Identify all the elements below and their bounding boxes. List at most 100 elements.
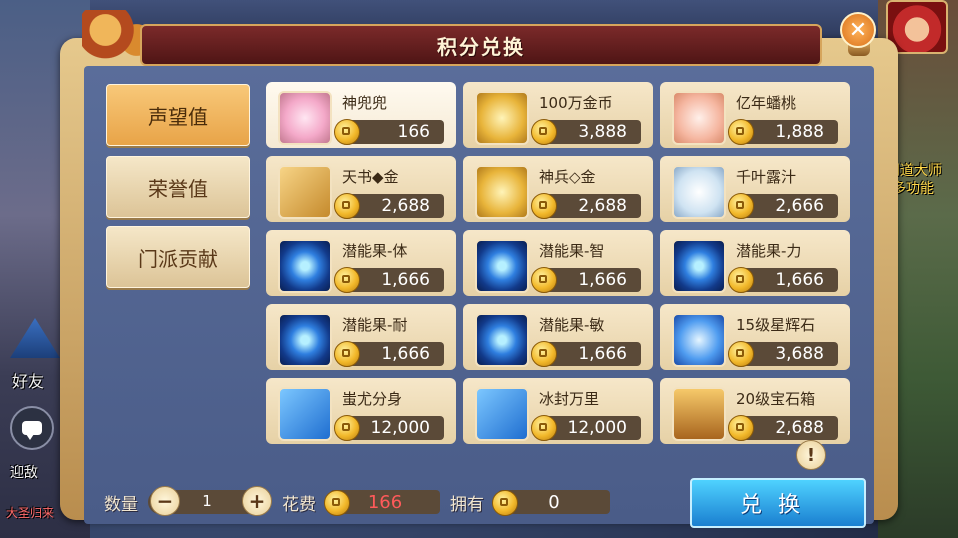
pig-charm-icon [278, 91, 332, 145]
item-price: 12,000 [531, 415, 641, 441]
item-card[interactable]: 天书◆金 2,688 [266, 156, 456, 222]
plus-button[interactable]: + [242, 486, 272, 516]
book-icon [278, 387, 332, 441]
item-name: 潜能果-力 [736, 242, 802, 260]
gold-coin-icon [475, 91, 529, 145]
coin-icon [531, 119, 557, 145]
plus-icon: + [248, 489, 266, 513]
exchange-label: 兑换 [739, 493, 816, 518]
item-name: 潜能果-智 [539, 242, 605, 260]
title-bar: 积分兑换 [140, 24, 822, 66]
gold-coin-icon [475, 165, 529, 219]
item-price: 12,000 [334, 415, 444, 441]
quantity-value: 1 [202, 492, 212, 510]
item-card[interactable]: 神兜兜 166 [266, 82, 456, 148]
cost-box: 166 [324, 490, 440, 516]
exchange-dialog: 积分兑换 ✕ 声望值 荣誉值 门派贡献 神兜兜 166 100万金币 3,888… [60, 10, 898, 528]
item-card[interactable]: 潜能果-敏 1,666 [463, 304, 653, 370]
coin-icon [334, 415, 360, 441]
vase-icon [672, 165, 726, 219]
item-card[interactable]: 亿年蟠桃 1,888 [660, 82, 850, 148]
item-name: 潜能果-耐 [342, 316, 408, 334]
item-price: 2,688 [334, 193, 444, 219]
coin-icon [531, 193, 557, 219]
blue-orb-icon [672, 239, 726, 293]
dialog-content: 声望值 荣誉值 门派贡献 神兜兜 166 100万金币 3,888 亿年蟠桃 1… [84, 66, 874, 528]
bottom-bar: 数量 − 1 + 花费 166 拥有 0 兑换 [84, 460, 874, 528]
item-card[interactable]: 15级星辉石 3,688 [660, 304, 850, 370]
coin-icon [531, 415, 557, 441]
item-name: 潜能果-敏 [539, 316, 605, 334]
close-button[interactable]: ✕ [840, 12, 876, 48]
blue-orb-icon [475, 313, 529, 367]
side-small-text-2: 大圣归来 [6, 506, 55, 520]
chat-bubble-icon [22, 421, 42, 440]
item-name: 亿年蟠桃 [736, 94, 797, 112]
tab-honor[interactable]: 荣誉值 [106, 156, 250, 218]
item-price: 1,888 [728, 119, 838, 145]
item-name: 潜能果-体 [342, 242, 408, 260]
tab-sect-contribution[interactable]: 门派贡献 [106, 226, 250, 288]
item-price: 1,666 [728, 267, 838, 293]
item-name: 15级星辉石 [736, 316, 816, 334]
item-card[interactable]: 冰封万里 12,000 [463, 378, 653, 444]
own-box: 0 [492, 490, 610, 516]
cost-value: 166 [367, 491, 403, 513]
item-card[interactable]: 100万金币 3,888 [463, 82, 653, 148]
coin-icon [728, 341, 754, 367]
item-card[interactable]: 蚩尤分身 12,000 [266, 378, 456, 444]
item-price: 1,666 [531, 267, 641, 293]
close-icon: ✕ [848, 17, 868, 43]
coin-icon [531, 341, 557, 367]
coin-icon [334, 267, 360, 293]
side-small-text-1: 迎敌 [10, 465, 38, 481]
own-value: 0 [548, 491, 560, 513]
coin-icon [728, 415, 754, 441]
item-price: 1,666 [334, 341, 444, 367]
blue-orb-icon [278, 239, 332, 293]
minus-button[interactable]: − [150, 486, 180, 516]
coin-icon [334, 119, 360, 145]
coin-icon [324, 490, 350, 516]
item-card[interactable]: 神兵◇金 2,688 [463, 156, 653, 222]
item-card[interactable]: 潜能果-智 1,666 [463, 230, 653, 296]
item-name: 100万金币 [539, 94, 613, 112]
item-price: 2,688 [728, 415, 838, 441]
info-icon: ! [806, 444, 816, 466]
friends-label[interactable]: 好友 [12, 368, 44, 392]
item-name: 神兜兜 [342, 94, 388, 112]
dialog-title: 积分兑换 [437, 34, 525, 59]
item-card[interactable]: 20级宝石箱 2,688 [660, 378, 850, 444]
item-price: 2,666 [728, 193, 838, 219]
item-card[interactable]: 潜能果-体 1,666 [266, 230, 456, 296]
tab-label: 门派贡献 [138, 246, 218, 271]
chest-icon [672, 387, 726, 441]
item-name: 神兵◇金 [539, 168, 596, 186]
own-label: 拥有 [450, 495, 484, 515]
item-card[interactable]: 潜能果-耐 1,666 [266, 304, 456, 370]
blue-orb-icon [475, 239, 529, 293]
item-name: 千叶露汁 [736, 168, 797, 186]
coin-icon [334, 193, 360, 219]
tab-label: 声望值 [148, 104, 208, 129]
tab-reputation[interactable]: 声望值 [106, 84, 250, 146]
quantity-label: 数量 [104, 495, 138, 515]
coin-icon [728, 119, 754, 145]
chat-button[interactable] [10, 406, 54, 450]
item-card[interactable]: 千叶露汁 2,666 [660, 156, 850, 222]
peach-icon [672, 91, 726, 145]
item-card[interactable]: 潜能果-力 1,666 [660, 230, 850, 296]
gem-icon [672, 313, 726, 367]
exchange-button[interactable]: 兑换 [690, 478, 866, 528]
item-price: 1,666 [334, 267, 444, 293]
item-price: 2,688 [531, 193, 641, 219]
item-grid[interactable]: 神兜兜 166 100万金币 3,888 亿年蟠桃 1,888 天书◆金 2,6… [266, 82, 866, 444]
coin-icon [334, 341, 360, 367]
coin-icon [728, 267, 754, 293]
item-price: 3,888 [531, 119, 641, 145]
coin-icon [531, 267, 557, 293]
info-button[interactable]: ! [796, 440, 826, 470]
book-icon [475, 387, 529, 441]
tab-label: 荣誉值 [148, 176, 208, 201]
item-price: 3,688 [728, 341, 838, 367]
